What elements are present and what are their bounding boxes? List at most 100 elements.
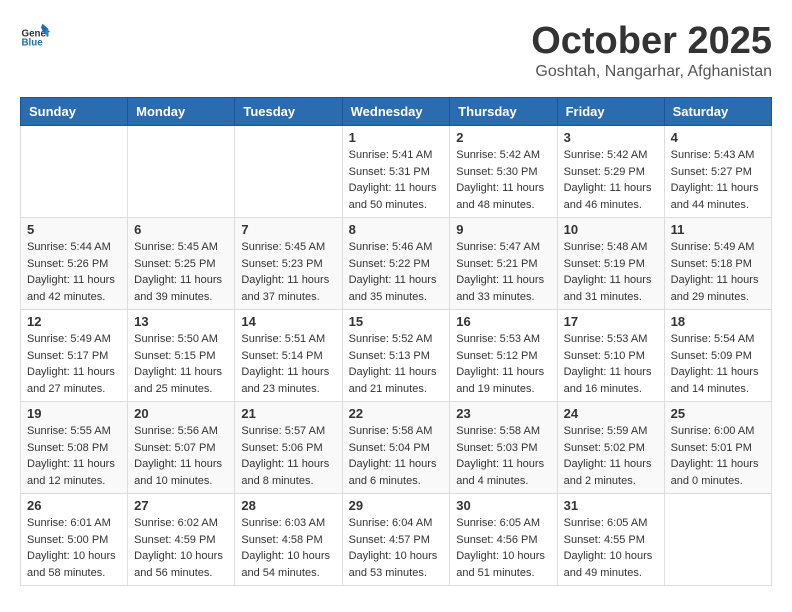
day-number: 5 — [27, 222, 121, 237]
weekday-header-thursday: Thursday — [450, 98, 557, 126]
weekday-header-monday: Monday — [128, 98, 235, 126]
day-number: 29 — [349, 498, 444, 513]
day-info: Sunrise: 5:41 AMSunset: 5:31 PMDaylight:… — [349, 147, 444, 213]
day-info: Sunrise: 5:53 AMSunset: 5:10 PMDaylight:… — [564, 331, 658, 397]
day-info: Sunrise: 5:49 AMSunset: 5:17 PMDaylight:… — [27, 331, 121, 397]
day-info: Sunrise: 5:51 AMSunset: 5:14 PMDaylight:… — [241, 331, 335, 397]
week-row-1: 1 Sunrise: 5:41 AMSunset: 5:31 PMDaylight… — [21, 126, 772, 218]
day-info: Sunrise: 5:50 AMSunset: 5:15 PMDaylight:… — [134, 331, 228, 397]
weekday-header-friday: Friday — [557, 98, 664, 126]
day-number: 6 — [134, 222, 228, 237]
logo-icon: General Blue — [20, 20, 50, 50]
day-cell: 25Sunrise: 6:00 AMSunset: 5:01 PMDayligh… — [664, 402, 771, 494]
day-cell: 14 Sunrise: 5:51 AMSunset: 5:14 PMDayligh… — [235, 310, 342, 402]
weekday-header-row: SundayMondayTuesdayWednesdayThursdayFrid… — [21, 98, 772, 126]
day-cell — [235, 126, 342, 218]
day-number: 14 — [241, 314, 335, 329]
day-cell: 16 Sunrise: 5:53 AMSunset: 5:12 PMDayligh… — [450, 310, 557, 402]
day-cell: 22Sunrise: 5:58 AMSunset: 5:04 PMDayligh… — [342, 402, 450, 494]
day-number: 18 — [671, 314, 765, 329]
day-cell: 1 Sunrise: 5:41 AMSunset: 5:31 PMDaylight… — [342, 126, 450, 218]
day-cell: 6 Sunrise: 5:45 AMSunset: 5:25 PMDaylight… — [128, 218, 235, 310]
day-number: 26 — [27, 498, 121, 513]
day-cell: 27 Sunrise: 6:02 AMSunset: 4:59 PMDayligh… — [128, 494, 235, 586]
week-row-2: 5 Sunrise: 5:44 AMSunset: 5:26 PMDaylight… — [21, 218, 772, 310]
day-info: Sunrise: 5:54 AMSunset: 5:09 PMDaylight:… — [671, 331, 765, 397]
day-info: Sunrise: 6:02 AMSunset: 4:59 PMDaylight:… — [134, 515, 228, 581]
day-cell: 30 Sunrise: 6:05 AMSunset: 4:56 PMDayligh… — [450, 494, 557, 586]
day-cell — [128, 126, 235, 218]
day-number: 7 — [241, 222, 335, 237]
day-number: 31 — [564, 498, 658, 513]
day-info: Sunrise: 6:00 AMSunset: 5:01 PMDaylight:… — [671, 423, 765, 489]
day-info: Sunrise: 6:05 AMSunset: 4:56 PMDaylight:… — [456, 515, 550, 581]
week-row-3: 12 Sunrise: 5:49 AMSunset: 5:17 PMDayligh… — [21, 310, 772, 402]
weekday-header-wednesday: Wednesday — [342, 98, 450, 126]
day-cell: 5 Sunrise: 5:44 AMSunset: 5:26 PMDaylight… — [21, 218, 128, 310]
day-number: 30 — [456, 498, 550, 513]
day-cell: 7 Sunrise: 5:45 AMSunset: 5:23 PMDaylight… — [235, 218, 342, 310]
day-number: 2 — [456, 130, 550, 145]
day-cell: 10 Sunrise: 5:48 AMSunset: 5:19 PMDayligh… — [557, 218, 664, 310]
day-number: 16 — [456, 314, 550, 329]
day-cell: 21Sunrise: 5:57 AMSunset: 5:06 PMDayligh… — [235, 402, 342, 494]
day-cell: 15 Sunrise: 5:52 AMSunset: 5:13 PMDayligh… — [342, 310, 450, 402]
day-cell: 9 Sunrise: 5:47 AMSunset: 5:21 PMDaylight… — [450, 218, 557, 310]
day-number: 13 — [134, 314, 228, 329]
weekday-header-sunday: Sunday — [21, 98, 128, 126]
day-number: 27 — [134, 498, 228, 513]
day-info: Sunrise: 5:46 AMSunset: 5:22 PMDaylight:… — [349, 239, 444, 305]
day-cell: 18 Sunrise: 5:54 AMSunset: 5:09 PMDayligh… — [664, 310, 771, 402]
day-info: Sunrise: 5:42 AMSunset: 5:29 PMDaylight:… — [564, 147, 658, 213]
day-cell: 8 Sunrise: 5:46 AMSunset: 5:22 PMDaylight… — [342, 218, 450, 310]
day-info: Sunrise: 5:43 AMSunset: 5:27 PMDaylight:… — [671, 147, 765, 213]
day-cell: 29 Sunrise: 6:04 AMSunset: 4:57 PMDayligh… — [342, 494, 450, 586]
day-cell: 19 Sunrise: 5:55 AMSunset: 5:08 PMDayligh… — [21, 402, 128, 494]
day-info: Sunrise: 6:04 AMSunset: 4:57 PMDaylight:… — [349, 515, 444, 581]
day-cell — [664, 494, 771, 586]
day-cell: 23Sunrise: 5:58 AMSunset: 5:03 PMDayligh… — [450, 402, 557, 494]
day-number: 10 — [564, 222, 658, 237]
day-number: 28 — [241, 498, 335, 513]
day-cell: 12 Sunrise: 5:49 AMSunset: 5:17 PMDayligh… — [21, 310, 128, 402]
day-info: Sunrise: 5:57 AMSunset: 5:06 PMDaylight:… — [241, 423, 335, 489]
week-row-5: 26Sunrise: 6:01 AMSunset: 5:00 PMDayligh… — [21, 494, 772, 586]
location-title: Goshtah, Nangarhar, Afghanistan — [531, 63, 772, 81]
day-info: Sunrise: 5:52 AMSunset: 5:13 PMDaylight:… — [349, 331, 444, 397]
day-number: 3 — [564, 130, 658, 145]
day-cell: 3 Sunrise: 5:42 AMSunset: 5:29 PMDaylight… — [557, 126, 664, 218]
day-number: 17 — [564, 314, 658, 329]
day-number: 15 — [349, 314, 444, 329]
day-info: Sunrise: 5:45 AMSunset: 5:23 PMDaylight:… — [241, 239, 335, 305]
day-number: 4 — [671, 130, 765, 145]
day-cell: 17 Sunrise: 5:53 AMSunset: 5:10 PMDayligh… — [557, 310, 664, 402]
day-number: 1 — [349, 130, 444, 145]
day-number: 19 — [27, 406, 121, 421]
calendar: SundayMondayTuesdayWednesdayThursdayFrid… — [20, 97, 772, 586]
day-info: Sunrise: 5:55 AMSunset: 5:08 PMDaylight:… — [27, 423, 121, 489]
day-info: Sunrise: 5:53 AMSunset: 5:12 PMDaylight:… — [456, 331, 550, 397]
day-number: 9 — [456, 222, 550, 237]
day-info: Sunrise: 5:45 AMSunset: 5:25 PMDaylight:… — [134, 239, 228, 305]
day-number: 8 — [349, 222, 444, 237]
weekday-header-saturday: Saturday — [664, 98, 771, 126]
day-info: Sunrise: 5:47 AMSunset: 5:21 PMDaylight:… — [456, 239, 550, 305]
day-cell: 26Sunrise: 6:01 AMSunset: 5:00 PMDayligh… — [21, 494, 128, 586]
svg-text:Blue: Blue — [22, 38, 44, 49]
day-cell: 2 Sunrise: 5:42 AMSunset: 5:30 PMDaylight… — [450, 126, 557, 218]
day-cell: 4 Sunrise: 5:43 AMSunset: 5:27 PMDaylight… — [664, 126, 771, 218]
day-cell — [21, 126, 128, 218]
week-row-4: 19 Sunrise: 5:55 AMSunset: 5:08 PMDayligh… — [21, 402, 772, 494]
day-info: Sunrise: 5:44 AMSunset: 5:26 PMDaylight:… — [27, 239, 121, 305]
day-info: Sunrise: 5:59 AMSunset: 5:02 PMDaylight:… — [564, 423, 658, 489]
day-cell: 20Sunrise: 5:56 AMSunset: 5:07 PMDayligh… — [128, 402, 235, 494]
day-number: 12 — [27, 314, 121, 329]
title-area: October 2025 Goshtah, Nangarhar, Afghani… — [531, 20, 772, 81]
day-number: 20 — [134, 406, 228, 421]
day-info: Sunrise: 5:42 AMSunset: 5:30 PMDaylight:… — [456, 147, 550, 213]
day-info: Sunrise: 5:58 AMSunset: 5:03 PMDaylight:… — [456, 423, 550, 489]
day-cell: 31Sunrise: 6:05 AMSunset: 4:55 PMDayligh… — [557, 494, 664, 586]
day-info: Sunrise: 5:48 AMSunset: 5:19 PMDaylight:… — [564, 239, 658, 305]
weekday-header-tuesday: Tuesday — [235, 98, 342, 126]
day-cell: 24Sunrise: 5:59 AMSunset: 5:02 PMDayligh… — [557, 402, 664, 494]
